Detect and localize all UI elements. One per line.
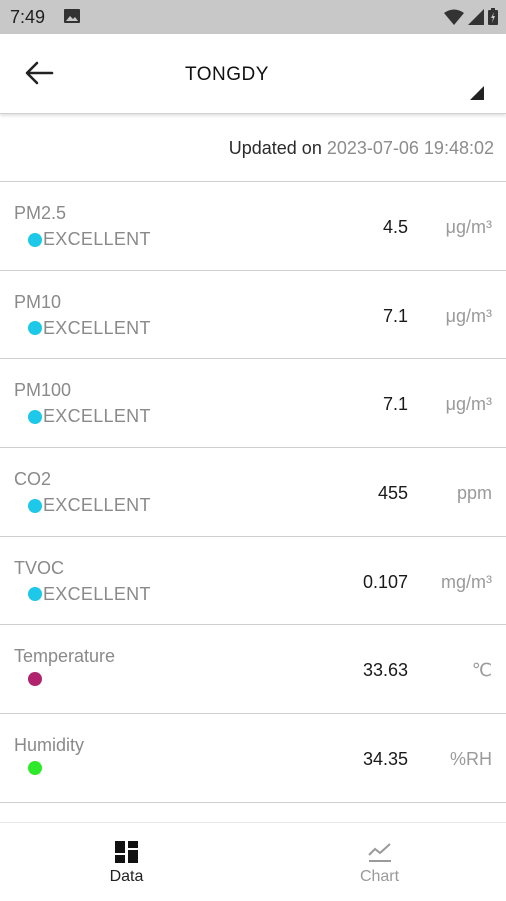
status-dot-icon [28, 761, 42, 776]
metric-status [28, 761, 43, 776]
metric-value: 0.107 [362, 571, 408, 592]
metric-value: 34.35 [362, 749, 408, 770]
metric-unit: mg/m³ [441, 571, 492, 592]
metric-name: PM2.5 [14, 203, 67, 223]
corner-triangle-icon [470, 86, 484, 100]
metric-status: EXCELLENT [28, 584, 151, 605]
line-chart-icon [368, 843, 391, 862]
status-dot-icon [28, 409, 42, 424]
metric-row-pm10[interactable]: PM10 EXCELLENT 7.1 μg/m³ [0, 271, 506, 360]
updated-label: Updated on [228, 138, 322, 158]
metric-row-pm25[interactable]: PM2.5 EXCELLENT 4.5 μg/m³ [0, 182, 506, 271]
metric-value: 33.63 [362, 660, 408, 681]
updated-timestamp: 2023-07-06 19:48:02 [326, 138, 494, 158]
page-title: TONGDY [185, 64, 269, 85]
metric-row-temperature[interactable]: Temperature 33.63 ℃ [0, 625, 506, 715]
nav-tab-chart-label: Chart [359, 868, 400, 885]
updated-bar: Updated on 2023-07-06 19:48:02 [0, 114, 506, 182]
status-time: 7:49 [10, 7, 46, 27]
bottom-navigation: Data Chart [0, 822, 506, 900]
wifi-icon [444, 9, 464, 25]
cellular-signal-icon [468, 8, 484, 25]
metric-name: Temperature [14, 646, 116, 667]
metric-value: 4.5 [382, 217, 408, 237]
metric-status: EXCELLENT [28, 229, 151, 250]
status-dot-icon [28, 587, 42, 602]
metric-status-label: EXCELLENT [43, 229, 151, 249]
app-bar: TONGDY [0, 34, 506, 114]
metric-status-label: EXCELLENT [43, 495, 151, 516]
metric-unit: μg/m³ [445, 394, 492, 415]
metric-row-co2[interactable]: CO2 EXCELLENT 455 ppm [0, 448, 506, 537]
metric-status-label: EXCELLENT [43, 583, 151, 604]
metric-unit: μg/m³ [445, 305, 492, 326]
back-arrow-icon[interactable] [24, 60, 54, 86]
metric-name: CO2 [14, 469, 52, 490]
metric-unit: μg/m³ [445, 217, 492, 237]
metric-unit: ℃ [471, 660, 492, 681]
metric-name: Humidity [14, 735, 85, 756]
metric-value: 7.1 [382, 394, 408, 415]
status-dot-icon [28, 232, 42, 247]
metric-unit: ppm [456, 483, 492, 504]
metric-status-label: EXCELLENT [43, 406, 151, 427]
metric-row-humidity[interactable]: Humidity 34.35 %RH [0, 714, 506, 803]
nav-tab-data[interactable]: Data [0, 823, 253, 901]
image-notification-icon [64, 9, 80, 23]
metrics-list: PM2.5 EXCELLENT 4.5 μg/m³ PM10 EXCELLENT… [0, 182, 506, 803]
metric-value: 455 [377, 483, 408, 504]
metric-status-label: EXCELLENT [43, 317, 151, 338]
metric-name: TVOC [14, 557, 65, 578]
nav-tab-chart[interactable]: Chart [253, 823, 506, 901]
metric-status [28, 672, 43, 687]
metric-value: 7.1 [382, 305, 408, 326]
metric-row-pm100[interactable]: PM100 EXCELLENT 7.1 μg/m³ [0, 359, 506, 449]
status-dot-icon [28, 498, 42, 513]
metric-name: PM10 [14, 291, 62, 312]
metric-status: EXCELLENT [28, 406, 151, 427]
battery-icon [488, 8, 498, 25]
metric-status: EXCELLENT [28, 495, 151, 516]
dashboard-icon [115, 841, 138, 863]
metric-name: PM100 [14, 380, 72, 401]
metric-status: EXCELLENT [28, 318, 151, 339]
nav-tab-data-label: Data [109, 868, 144, 885]
metric-row-tvoc[interactable]: TVOC EXCELLENT 0.107 mg/m³ [0, 537, 506, 626]
status-dot-icon [28, 321, 42, 336]
status-bar: 7:49 [0, 0, 506, 34]
updated-text: Updated on 2023-07-06 19:48:02 [229, 138, 494, 159]
metric-unit: %RH [449, 749, 492, 770]
status-dot-icon [28, 672, 42, 687]
